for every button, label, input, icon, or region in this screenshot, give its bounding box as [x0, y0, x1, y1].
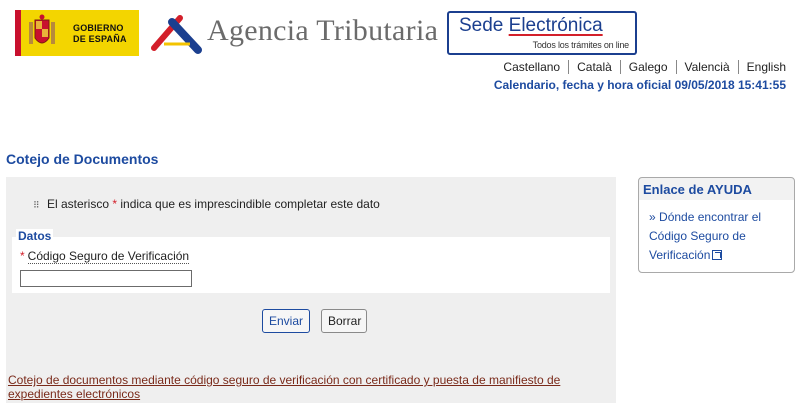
csv-label-text: Código Seguro de Verificación [27, 249, 190, 264]
lang-valencia[interactable]: Valencià [677, 60, 739, 74]
help-box: Enlace de AYUDA » Dónde encontrar el Cód… [638, 177, 795, 273]
borrar-button[interactable]: Borrar [321, 309, 367, 333]
external-link-icon [712, 250, 723, 260]
note-text-before: El asterisco [47, 197, 113, 211]
csv-input[interactable] [20, 270, 192, 287]
flag-stripe [15, 10, 21, 56]
cotejo-expedientes-link[interactable]: Cotejo de documentos mediante código seg… [8, 373, 612, 401]
help-title: Enlace de AYUDA [643, 182, 752, 197]
gobierno-text: GOBIERNO DE ESPAÑA [73, 23, 127, 45]
coat-of-arms-icon [29, 14, 55, 44]
enviar-button[interactable]: Enviar [262, 309, 310, 333]
csv-field-label: * Código Seguro de Verificación [20, 249, 190, 264]
lang-galego[interactable]: Galego [621, 60, 677, 74]
gobierno-line-2: DE ESPAÑA [73, 34, 127, 44]
datos-legend: Datos [16, 229, 54, 243]
lang-castellano[interactable]: Castellano [495, 60, 570, 74]
official-clock-link[interactable]: Calendario, fecha y hora oficial 09/05/2… [494, 78, 786, 92]
lang-english[interactable]: English [739, 60, 786, 74]
bullet-icon: ⠿ [33, 200, 40, 210]
sede-title: Sede Electrónica [459, 15, 603, 37]
csv-help-link-text: Dónde encontrar el Código Seguro de Veri… [649, 210, 762, 262]
required-asterisk: * [20, 249, 25, 263]
sede-highlight: Electrónica [508, 15, 603, 36]
gobierno-line-1: GOBIERNO [73, 23, 124, 33]
form-panel: ⠿ El asterisco * indica que es imprescind… [6, 177, 616, 403]
datos-fieldset: * Código Seguro de Verificación [12, 237, 610, 293]
required-note: ⠿ El asterisco * indica que es imprescind… [33, 197, 380, 211]
gobierno-de-espana-logo[interactable]: GOBIERNO DE ESPAÑA [15, 10, 139, 56]
sede-electronica-logo[interactable]: Sede Electrónica Todos los trámites on l… [447, 11, 637, 55]
agency-title[interactable]: Agencia Tributaria [207, 14, 438, 48]
language-selector: Castellano Català Galego Valencià Englis… [495, 60, 786, 74]
agencia-tributaria-logo-icon[interactable] [150, 14, 202, 54]
note-text-after: indica que es imprescindible completar e… [117, 197, 380, 211]
sede-tagline: Todos los trámites on line [532, 40, 630, 50]
lang-catala[interactable]: Català [569, 60, 621, 74]
link-bullet: » [649, 210, 656, 224]
csv-help-link[interactable]: » Dónde encontrar el Código Seguro de Ve… [649, 208, 789, 265]
sede-prefix: Sede [459, 15, 509, 36]
site-header: GOBIERNO DE ESPAÑA Agencia Tributaria Se… [0, 0, 800, 100]
help-content: » Dónde encontrar el Código Seguro de Ve… [639, 200, 794, 272]
page-title: Cotejo de Documentos [6, 151, 159, 167]
